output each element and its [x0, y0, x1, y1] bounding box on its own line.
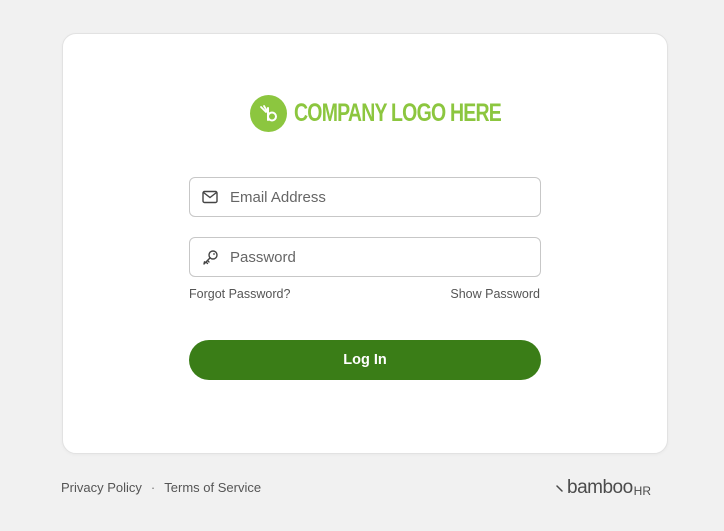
show-password-link[interactable]: Show Password [450, 287, 540, 301]
bamboo-leaf-icon [556, 485, 563, 492]
bamboohr-logo: bamboo HR [556, 478, 651, 498]
bamboo-b-icon [250, 95, 287, 132]
password-field[interactable] [189, 237, 541, 277]
password-input[interactable] [230, 242, 520, 272]
footer-links: Privacy Policy · Terms of Service [61, 480, 261, 495]
logo-text: COMPANY LOGO HERE [294, 99, 502, 127]
forgot-password-link[interactable]: Forgot Password? [189, 287, 290, 301]
terms-of-service-link[interactable]: Terms of Service [164, 480, 261, 495]
privacy-policy-link[interactable]: Privacy Policy [61, 480, 142, 495]
email-field[interactable] [189, 177, 541, 217]
login-page: COMPANY LOGO HERE Forgot Password? Show … [0, 0, 724, 531]
brand-name: bamboo [567, 477, 633, 498]
email-input[interactable] [230, 182, 520, 212]
envelope-icon [201, 188, 219, 206]
footer-separator: · [150, 480, 156, 495]
company-logo: COMPANY LOGO HERE [250, 95, 559, 132]
login-button[interactable]: Log In [189, 340, 541, 380]
brand-suffix: HR [633, 484, 652, 498]
key-icon [201, 248, 219, 266]
